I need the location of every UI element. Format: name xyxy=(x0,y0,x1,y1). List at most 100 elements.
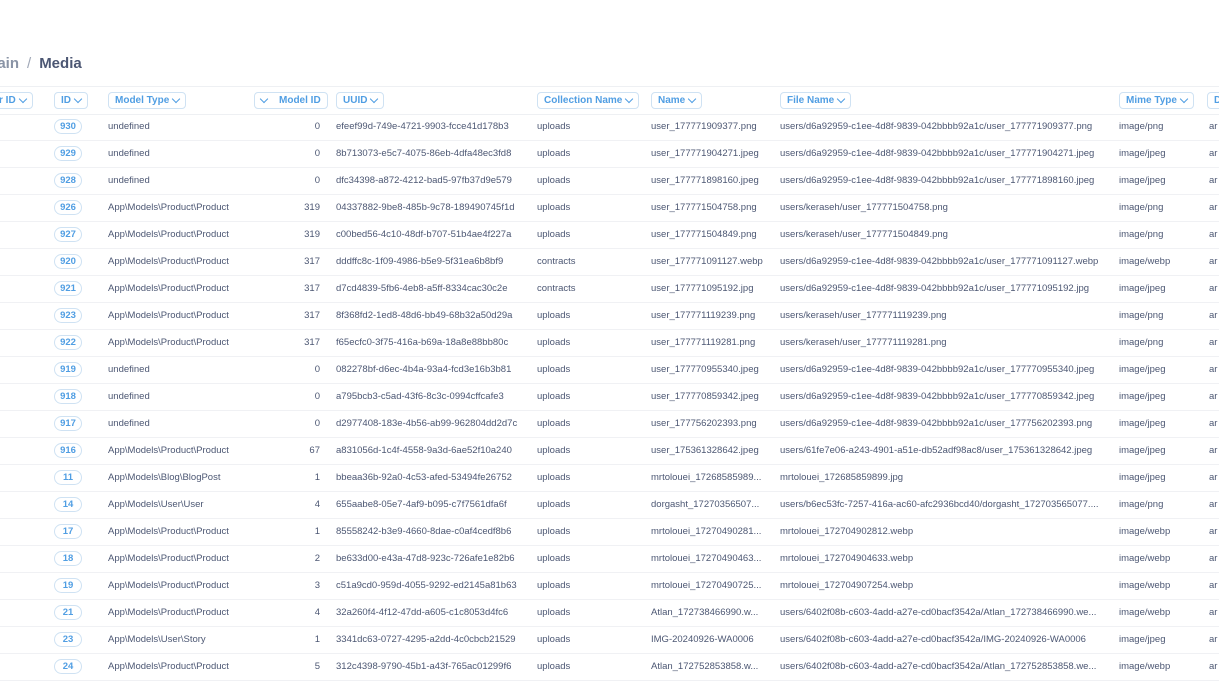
cell-file-name: users/keraseh/user_177771504758.png xyxy=(780,202,948,213)
row-id-link[interactable]: 21 xyxy=(54,605,82,620)
breadcrumb-parent-link[interactable]: main xyxy=(0,55,19,72)
table-row[interactable]: 17 App\Models\Product\Product 1 85558242-b3… xyxy=(0,518,1219,546)
table-row[interactable]: 18 App\Models\Product\Product 2 be633d00-e4… xyxy=(0,545,1219,573)
row-id-link[interactable]: 918 xyxy=(54,389,82,404)
table-row[interactable]: 919 undefined 0 082278bf-d6ec-4b4a-93a4-fcd… xyxy=(0,356,1219,384)
row-id-link[interactable]: 929 xyxy=(54,146,82,161)
cell-name: mrtolouei_17270490281... xyxy=(651,526,762,537)
table-row[interactable]: 19 App\Models\Product\Product 3 c51a9cd0-95… xyxy=(0,572,1219,600)
column-header-label: ID xyxy=(61,95,71,106)
cell-mime-type: image/webp xyxy=(1119,553,1171,564)
table-row[interactable]: 23 App\Models\User\Story 1 3341dc63-0727-42… xyxy=(0,626,1219,654)
table-row[interactable]: 916 App\Models\Product\Product 67 a831056d-… xyxy=(0,437,1219,465)
table-row[interactable]: 929 undefined 0 8b713073-e5c7-4075-86eb-4df… xyxy=(0,140,1219,168)
page-title: Media xyxy=(39,54,82,72)
row-id-link[interactable]: 920 xyxy=(54,254,82,269)
table-row[interactable]: 926 App\Models\Product\Product 319 04337882… xyxy=(0,194,1219,222)
table-row[interactable]: 920 App\Models\Product\Product 317 dddffc8c… xyxy=(0,248,1219,276)
cell-model-id: 2 xyxy=(314,553,320,564)
row-id-link[interactable]: 919 xyxy=(54,362,82,377)
cell-uuid: 85558242-b3e9-4660-8dae-c0af4cedf8b6 xyxy=(336,526,512,537)
cell-name: user_177771091127.webp xyxy=(651,256,763,267)
cell-model-id: 0 xyxy=(314,148,320,159)
cell-model-type: App\Models\Product\Product xyxy=(108,553,229,564)
cell-collection-name: uploads xyxy=(537,391,571,402)
column-header-model-type[interactable]: Model Type xyxy=(108,92,187,109)
cell-name: user_177771898160.jpeg xyxy=(651,175,759,186)
cell-file-name: users/6402f08b-c603-4add-a27e-cd0bacf354… xyxy=(780,661,1097,672)
row-id-link[interactable]: 930 xyxy=(54,119,82,134)
table-row[interactable]: 918 undefined 0 a795bcb3-c5ad-43f6-8c3c-099… xyxy=(0,383,1219,411)
cell-name: user_177756202393.png xyxy=(651,418,757,429)
table-row[interactable]: 11 App\Models\Blog\BlogPost 1 bbeaa36b-92a0… xyxy=(0,464,1219,492)
row-id-link[interactable]: 14 xyxy=(54,497,82,512)
cell-name: user_177771119239.png xyxy=(651,310,756,321)
cell-mime-type: image/jpeg xyxy=(1119,391,1166,402)
table-row[interactable]: 21 App\Models\Product\Product 4 32a260f4-4f… xyxy=(0,599,1219,627)
cell-uuid: be633d00-e43a-47d8-923c-726afe1e82b6 xyxy=(336,553,515,564)
cell-model-id: 0 xyxy=(314,175,320,186)
cell-name: user_177770859342.jpeg xyxy=(651,391,759,402)
cell-mime-type: image/webp xyxy=(1119,256,1171,267)
column-header-label: Mime Type xyxy=(1126,95,1177,106)
table-row[interactable]: 917 undefined 0 d2977408-183e-4b56-ab99-962… xyxy=(0,410,1219,438)
table-row[interactable]: 930 undefined 0 efeef99d-749e-4721-9903-fcc… xyxy=(0,113,1219,141)
column-header-label: Model Type xyxy=(115,95,170,106)
chevron-down-icon xyxy=(370,94,379,104)
cell-model-type: App\Models\Product\Product xyxy=(108,337,229,348)
cell-collection-name: uploads xyxy=(537,364,571,375)
row-id-link[interactable]: 923 xyxy=(54,308,82,323)
column-header-mime-type[interactable]: Mime Type xyxy=(1119,92,1194,109)
cell-model-type: App\Models\Product\Product xyxy=(108,256,229,267)
cell-disk: ar xyxy=(1209,283,1218,294)
cell-disk: ar xyxy=(1209,337,1218,348)
table-row[interactable]: 921 App\Models\Product\Product 317 d7cd4839… xyxy=(0,275,1219,303)
table-row[interactable]: 927 App\Models\Product\Product 319 c00bed56… xyxy=(0,221,1219,249)
cell-uuid: c00bed56-4c10-48df-b707-51b4ae4f227a xyxy=(336,229,512,240)
cell-mime-type: image/webp xyxy=(1119,526,1171,537)
cell-model-type: App\Models\Product\Product xyxy=(108,661,229,672)
column-header-disk[interactable]: D xyxy=(1207,92,1219,109)
cell-file-name: users/d6a92959-c1ee-4d8f-9839-042bbbb92a… xyxy=(780,256,1099,267)
column-header-user-id[interactable]: r ID xyxy=(0,92,33,109)
table-row[interactable]: 24 App\Models\Product\Product 5 312c4398-97… xyxy=(0,653,1219,681)
column-header-model-id[interactable]: Model ID xyxy=(254,92,328,109)
cell-file-name: users/6402f08b-c603-4add-a27e-cd0bacf354… xyxy=(780,607,1097,618)
cell-disk: ar xyxy=(1209,580,1218,591)
table-row[interactable]: 922 App\Models\Product\Product 317 f65ecfc0… xyxy=(0,329,1219,357)
cell-collection-name: uploads xyxy=(537,148,571,159)
row-id-link[interactable]: 23 xyxy=(54,632,82,647)
row-id-link[interactable]: 917 xyxy=(54,416,82,431)
row-id-link[interactable]: 11 xyxy=(54,470,82,485)
column-header-uuid[interactable]: UUID xyxy=(336,92,385,109)
cell-file-name: users/keraseh/user_177771119281.png xyxy=(780,337,947,348)
row-id-link[interactable]: 926 xyxy=(54,200,82,215)
row-id-link[interactable]: 921 xyxy=(54,281,82,296)
cell-uuid: 32a260f4-4f12-47dd-a605-c1c8053d4fc6 xyxy=(336,607,509,618)
table-row[interactable]: 928 undefined 0 dfc34398-a872-4212-bad5-97f… xyxy=(0,167,1219,195)
row-id-link[interactable]: 24 xyxy=(54,659,82,674)
column-header-name[interactable]: Name xyxy=(651,92,703,109)
cell-uuid: d2977408-183e-4b56-ab99-962804dd2d7c xyxy=(336,418,518,429)
cell-disk: ar xyxy=(1209,256,1218,267)
row-id-link[interactable]: 922 xyxy=(54,335,82,350)
row-id-link[interactable]: 17 xyxy=(54,524,82,539)
row-id-link[interactable]: 927 xyxy=(54,227,82,242)
chevron-down-icon xyxy=(837,94,846,104)
cell-model-id: 1 xyxy=(314,472,320,483)
breadcrumb: main / Media xyxy=(0,53,82,73)
column-header-collection-name[interactable]: Collection Name xyxy=(537,92,640,109)
row-id-link[interactable]: 916 xyxy=(54,443,82,458)
cell-name: mrtolouei_17270490463... xyxy=(651,553,762,564)
row-id-link[interactable]: 928 xyxy=(54,173,82,188)
cell-uuid: 082278bf-d6ec-4b4a-93a4-fcd3e16b3b81 xyxy=(336,364,512,375)
cell-mime-type: image/jpeg xyxy=(1119,472,1166,483)
cell-name: Atlan_172752853858.w... xyxy=(651,661,759,672)
row-id-link[interactable]: 18 xyxy=(54,551,82,566)
cell-model-id: 317 xyxy=(304,310,320,321)
column-header-id[interactable]: ID xyxy=(54,92,88,109)
table-row[interactable]: 923 App\Models\Product\Product 317 8f368fd2… xyxy=(0,302,1219,330)
column-header-file-name[interactable]: File Name xyxy=(780,92,852,109)
table-row[interactable]: 14 App\Models\User\User 4 655aabe8-05e7-4af… xyxy=(0,491,1219,519)
row-id-link[interactable]: 19 xyxy=(54,578,82,593)
